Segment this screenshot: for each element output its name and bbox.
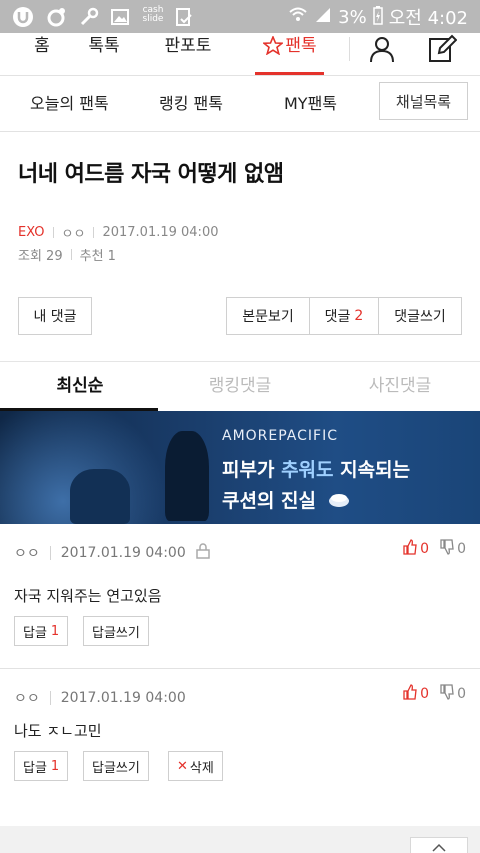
comment-datetime: 2017.01.19 04:00	[60, 545, 186, 561]
chevron-up-icon	[431, 838, 447, 853]
comment-text: 자국 지워주는 연고있음	[14, 587, 162, 605]
battery-icon	[372, 5, 383, 30]
edit-icon[interactable]	[425, 33, 459, 65]
write-reply-button[interactable]: 답글쓰기	[83, 616, 149, 646]
wrench-icon	[77, 6, 101, 28]
thumbs-down-icon	[439, 539, 455, 559]
banner-headline-2: 쿠션의 진실	[222, 486, 351, 514]
lock-icon	[195, 543, 210, 563]
banner-brand: AMOREPACIFIC	[222, 428, 338, 444]
clipboard-check-icon	[172, 6, 194, 28]
comment-text: 나도 ㅈㄴ고민	[14, 722, 102, 740]
post-recommend: 추천 1	[79, 249, 116, 264]
view-body-button[interactable]: 본문보기	[226, 297, 310, 335]
clock: 오전 4:02	[388, 8, 468, 29]
post-meta-line2: 조회 29 추천 1	[18, 245, 116, 264]
write-reply-button[interactable]: 답글쓰기	[83, 751, 149, 781]
thumbs-up-icon	[402, 539, 418, 559]
comment-meta: ㅇㅇ 2017.01.19 04:00	[14, 688, 186, 708]
downvote-count: 0	[457, 686, 466, 702]
scroll-top-button[interactable]	[410, 837, 468, 853]
close-icon: ✕	[177, 758, 188, 774]
thumbs-down-icon	[439, 684, 455, 704]
comments-label: 댓글	[324, 309, 351, 325]
comment-datetime: 2017.01.19 04:00	[60, 690, 186, 706]
reply-button[interactable]: 답글 1	[14, 751, 69, 781]
thumbs-up-icon	[402, 684, 418, 704]
status-right: 3% 오전 4:02	[288, 5, 468, 29]
image-icon	[109, 6, 131, 28]
comment-author: ㅇㅇ	[14, 546, 40, 562]
user-icon[interactable]	[365, 33, 399, 65]
cushion-icon	[327, 489, 351, 514]
comments-count: 2	[354, 308, 364, 324]
comment-tabs: 최신순 랭킹댓글 사진댓글	[0, 361, 480, 411]
status-bar: cash slide 3% 오전 4:02	[0, 0, 480, 33]
upvote-button[interactable]: 0	[402, 539, 429, 559]
comment-votes: 0 0	[402, 539, 466, 559]
comments-button[interactable]: 댓글 2	[309, 297, 379, 335]
comment-votes: 0 0	[402, 684, 466, 704]
cashslide-label: cash slide	[142, 5, 164, 24]
nav-fantalk[interactable]: 팬톡	[258, 33, 322, 75]
post-category[interactable]: EXO	[18, 225, 45, 240]
comment-divider	[0, 668, 480, 669]
write-comment-button[interactable]: 댓글쓰기	[378, 297, 462, 335]
notification-icon	[44, 6, 68, 28]
banner-figure-2	[70, 469, 130, 524]
wifi-icon	[288, 6, 308, 29]
post-meta-line1: EXO ㅇㅇ 2017.01.19 04:00	[18, 223, 218, 242]
tab-latest[interactable]: 최신순	[0, 362, 160, 410]
channel-list-button[interactable]: 채널목록	[379, 82, 468, 120]
tab-photo-comments[interactable]: 사진댓글	[320, 362, 480, 410]
comment-meta: ㅇㅇ 2017.01.19 04:00	[14, 543, 210, 563]
upvote-count: 0	[420, 686, 430, 702]
post-views: 조회 29	[18, 249, 63, 264]
upvote-count: 0	[420, 541, 430, 557]
subnav-today-fantalk[interactable]: 오늘의 팬톡	[30, 90, 109, 114]
downvote-button[interactable]: 0	[439, 684, 466, 704]
u-app-icon	[10, 6, 36, 28]
downvote-count: 0	[457, 541, 466, 557]
subnav-my-fantalk[interactable]: MY팬톡	[284, 90, 337, 114]
upvote-button[interactable]: 0	[402, 684, 429, 704]
nav-talk[interactable]: 톡톡	[82, 33, 126, 75]
delete-button[interactable]: ✕ 삭제	[168, 751, 223, 781]
star-icon	[262, 34, 285, 63]
ad-banner[interactable]: AMOREPACIFIC 피부가 추워도 지속되는 쿠션의 진실	[0, 411, 480, 524]
comment-author: ㅇㅇ	[14, 691, 40, 707]
banner-figure	[165, 431, 209, 521]
banner-headline-1: 피부가 추워도 지속되는	[222, 459, 411, 481]
tab-ranking-comments[interactable]: 랭킹댓글	[160, 362, 320, 410]
post-datetime: 2017.01.19 04:00	[102, 225, 219, 240]
reply-button[interactable]: 답글 1	[14, 616, 69, 646]
post-title: 너네 여드름 자국 어떻게 없앰	[18, 162, 284, 187]
downvote-button[interactable]: 0	[439, 539, 466, 559]
battery-text: 3%	[338, 6, 367, 28]
sub-navigation: 오늘의 팬톡 랭킹 팬톡 MY팬톡 채널목록	[0, 76, 480, 132]
top-navigation: 홈 톡톡 판포토 팬톡	[0, 33, 480, 76]
footer-area	[0, 826, 480, 853]
nav-home[interactable]: 홈	[24, 33, 60, 75]
my-comments-button[interactable]: 내 댓글	[18, 297, 92, 335]
active-tab-indicator	[255, 72, 324, 75]
nav-fantalk-label: 팬톡	[285, 36, 317, 56]
subnav-ranking-fantalk[interactable]: 랭킹 팬톡	[159, 90, 223, 114]
signal-icon	[314, 6, 332, 29]
nav-photo[interactable]: 판포토	[158, 33, 218, 75]
post-author: ㅇㅇ	[61, 227, 86, 242]
nav-divider	[349, 37, 350, 61]
